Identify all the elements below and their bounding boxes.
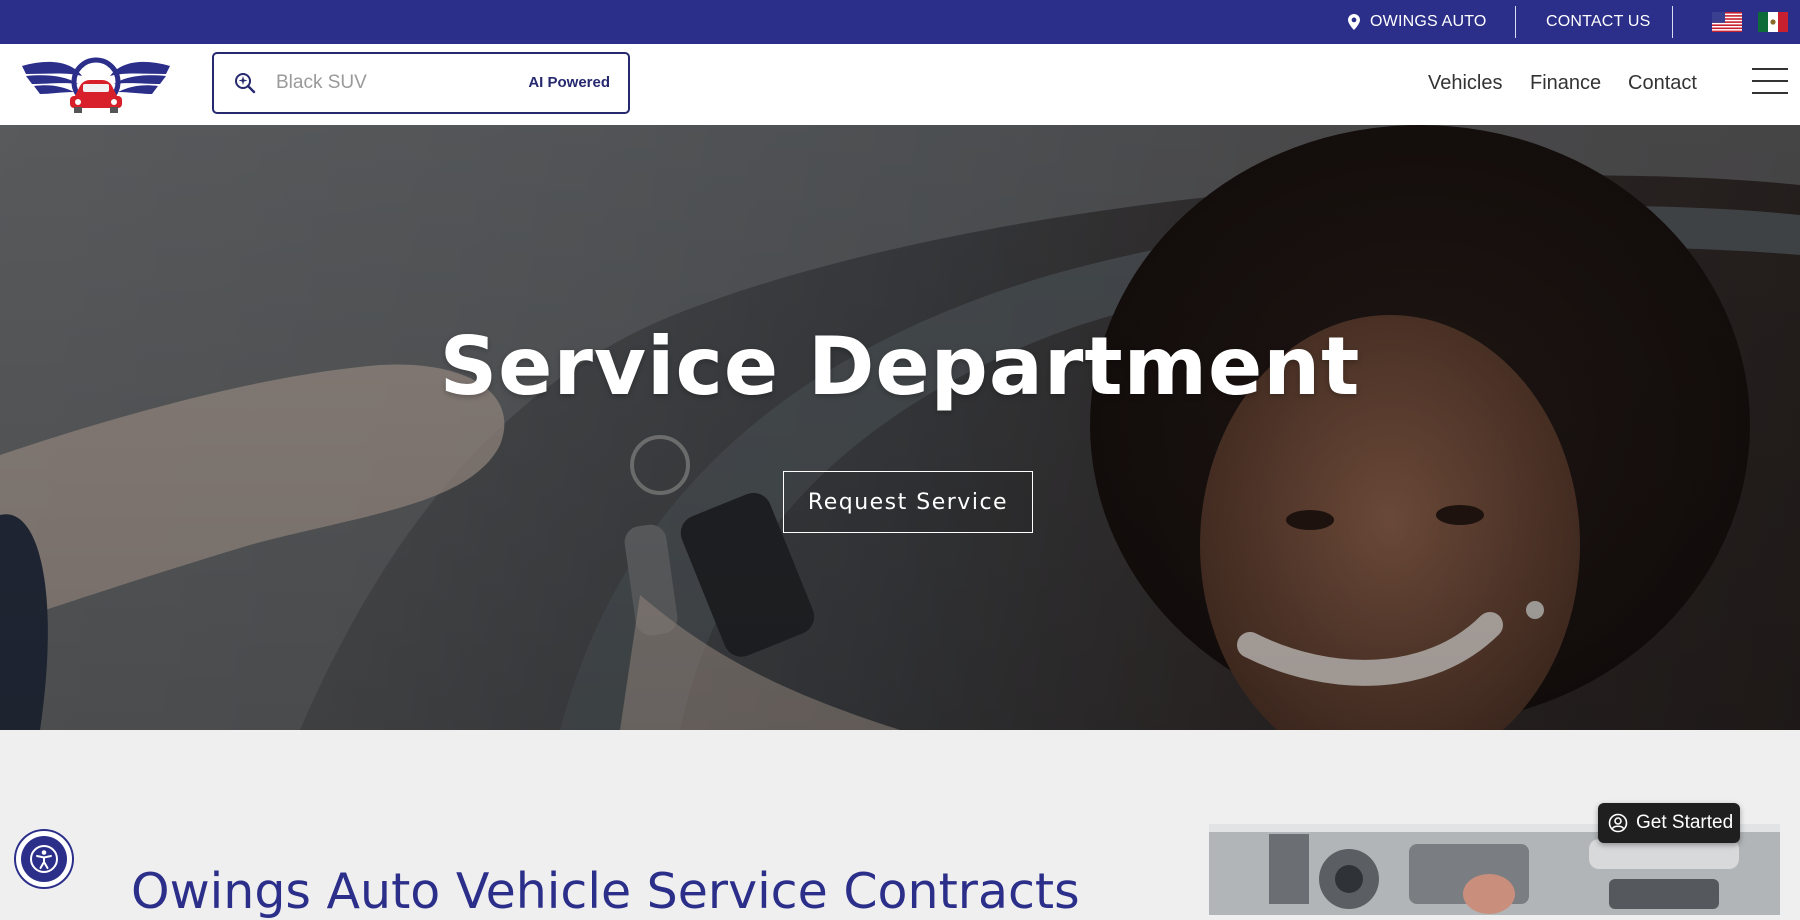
contact-us-link[interactable]: CONTACT US [1546,0,1651,44]
nav-finance[interactable]: Finance [1530,72,1601,95]
ai-search-icon [235,73,256,94]
location-link[interactable]: OWINGS AUTO [1348,0,1487,44]
vehicle-search-box[interactable]: AI Powered [212,52,630,114]
divider [1515,6,1516,38]
request-service-button[interactable]: Request Service [783,471,1033,533]
mexico-flag-icon[interactable] [1758,12,1788,32]
nav-contact[interactable]: Contact [1628,72,1697,95]
nav-vehicles[interactable]: Vehicles [1428,72,1503,95]
contact-us-label: CONTACT US [1546,13,1651,30]
section-title: Owings Auto Vehicle Service Contracts [131,863,1080,920]
accessibility-button[interactable] [16,831,72,887]
get-started-label: Get Started [1636,812,1734,833]
ai-powered-badge: AI Powered [528,74,610,91]
accessibility-icon [30,845,58,873]
hero-background-photo [0,125,1800,730]
site-logo[interactable] [20,52,172,116]
get-started-button[interactable]: Get Started [1598,803,1740,843]
location-pin-icon [1348,14,1360,30]
location-label: OWINGS AUTO [1370,13,1487,30]
hero-banner: Service Department Request Service [0,125,1800,730]
user-circle-icon [1608,813,1628,833]
hero-title: Service Department [439,320,1361,413]
search-input[interactable] [274,71,508,95]
divider [1672,6,1673,38]
hamburger-menu-icon[interactable] [1752,68,1788,98]
top-utility-bar: OWINGS AUTO CONTACT US [0,0,1800,44]
us-flag-icon[interactable] [1712,12,1742,32]
main-header: AI Powered Vehicles Finance Contact [0,44,1800,125]
